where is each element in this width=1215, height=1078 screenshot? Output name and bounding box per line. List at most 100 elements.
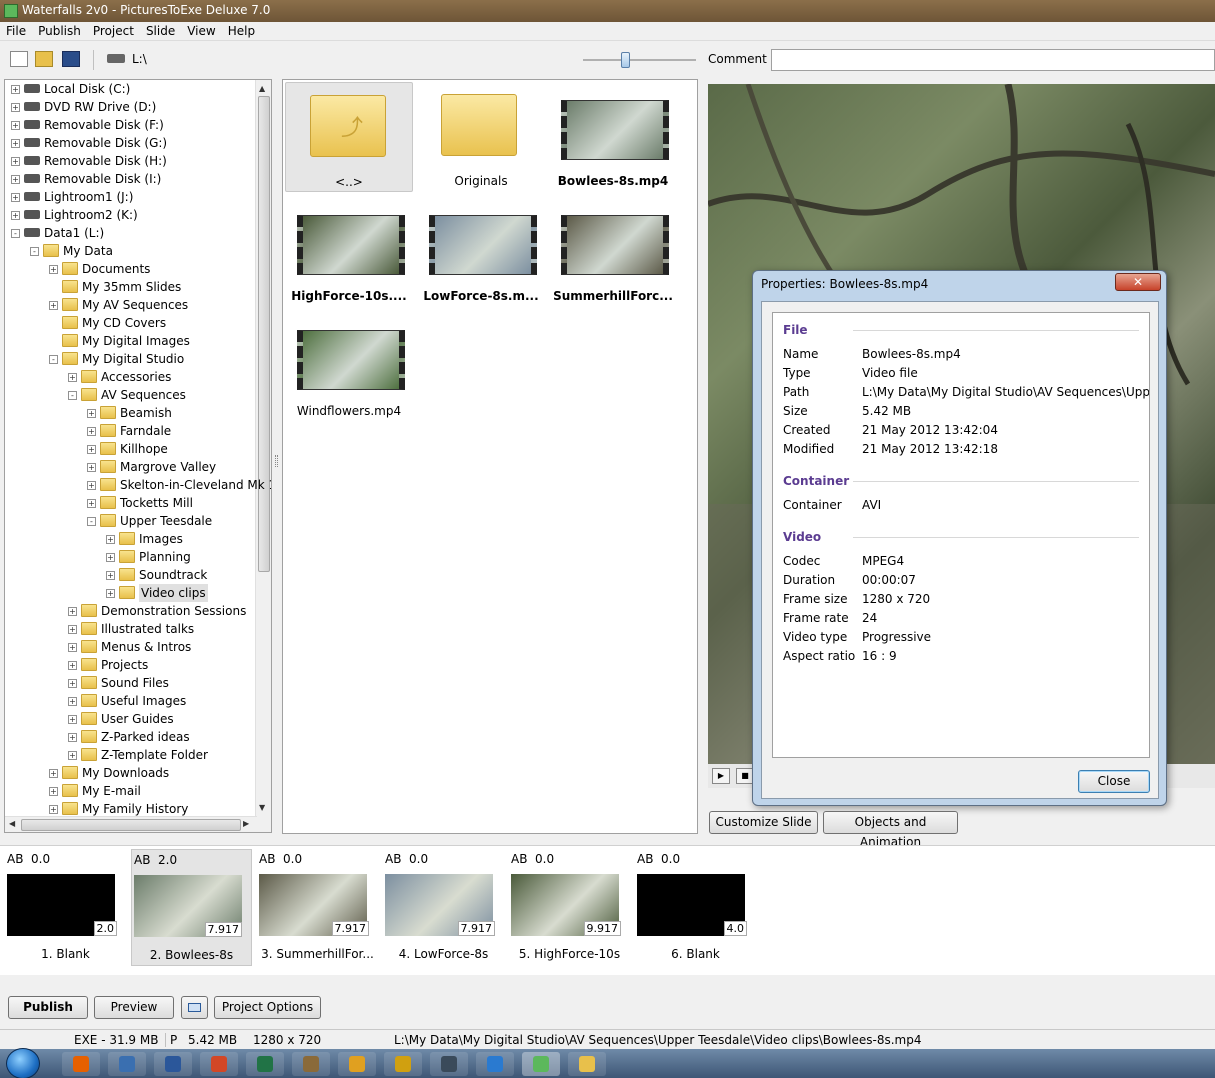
expand-icon[interactable]: + (68, 679, 77, 688)
folder-tree[interactable]: ▲ ▼ ◀ ▶ + Local Disk (C:) + DVD RW Drive (D… (4, 79, 272, 833)
app-taskbar-button[interactable] (292, 1052, 330, 1076)
file-item[interactable]: ⤴ <..> (285, 82, 413, 192)
expand-icon[interactable]: + (68, 715, 77, 724)
collapse-icon[interactable]: - (49, 355, 58, 364)
expand-icon[interactable]: + (11, 211, 20, 220)
collapse-icon[interactable]: - (87, 517, 96, 526)
expand-icon[interactable]: + (87, 499, 96, 508)
save-icon[interactable] (62, 51, 80, 67)
expand-icon[interactable]: + (68, 625, 77, 634)
play-icon[interactable]: ▶ (712, 768, 730, 784)
expand-icon[interactable]: + (11, 85, 20, 94)
close-button[interactable]: Close (1078, 770, 1150, 793)
firefox-taskbar-button[interactable] (62, 1052, 100, 1076)
comment-input[interactable] (771, 49, 1215, 71)
slide-item[interactable]: AB 0.0 9.917 5. HighForce-10s (509, 849, 630, 966)
expand-icon[interactable]: + (106, 535, 115, 544)
close-icon[interactable]: ✕ (1115, 273, 1161, 291)
file-item[interactable]: HighForce-10s.... (285, 197, 413, 307)
security-taskbar-button[interactable] (384, 1052, 422, 1076)
expand-icon[interactable]: + (11, 121, 20, 130)
menu-file[interactable]: File (0, 22, 32, 40)
file-item[interactable]: Originals (417, 82, 545, 192)
menu-publish[interactable]: Publish (32, 22, 87, 40)
objects-animation-button[interactable]: Objects and Animation (823, 811, 958, 849)
file-item[interactable]: Bowlees-8s.mp4 (549, 82, 677, 192)
start-button-icon[interactable] (6, 1048, 40, 1078)
scroll-left-arrow-icon[interactable]: ◀ (9, 819, 15, 828)
photoshop-elements-taskbar-button[interactable] (476, 1052, 514, 1076)
transition-ab-label[interactable]: AB (511, 852, 527, 866)
project-options-button[interactable]: Project Options (214, 996, 321, 1019)
slide-list[interactable]: AB 0.0 2.0 1. Blank AB 2.0 7.917 2. Bowlees-8s A… (0, 845, 1215, 975)
slide-item[interactable]: AB 2.0 7.917 2. Bowlees-8s (131, 849, 252, 966)
expand-icon[interactable]: + (49, 805, 58, 814)
file-item[interactable]: LowForce-8s.m... (417, 197, 545, 307)
expand-icon[interactable]: + (49, 787, 58, 796)
expand-icon[interactable]: + (68, 661, 77, 670)
splitter-grip[interactable] (275, 455, 278, 467)
publish-button[interactable]: Publish (8, 996, 88, 1019)
powerpoint-taskbar-button[interactable] (200, 1052, 238, 1076)
expand-icon[interactable]: + (87, 427, 96, 436)
expand-icon[interactable]: + (68, 373, 77, 382)
media-taskbar-button[interactable] (338, 1052, 376, 1076)
excel-taskbar-button[interactable] (246, 1052, 284, 1076)
menu-help[interactable]: Help (222, 22, 261, 40)
preview-button[interactable]: Preview (94, 996, 174, 1019)
expand-icon[interactable]: + (106, 571, 115, 580)
open-folder-icon[interactable] (35, 51, 53, 67)
expand-icon[interactable]: + (11, 193, 20, 202)
expand-icon[interactable]: + (106, 589, 115, 598)
collapse-icon[interactable]: - (68, 391, 77, 400)
transition-ab-label[interactable]: AB (259, 852, 275, 866)
menu-view[interactable]: View (181, 22, 221, 40)
slide-item[interactable]: AB 0.0 2.0 1. Blank (5, 849, 126, 966)
scroll-up-arrow-icon[interactable]: ▲ (259, 84, 265, 93)
menu-project[interactable]: Project (87, 22, 140, 40)
collapse-icon[interactable]: - (11, 229, 20, 238)
expand-icon[interactable]: + (106, 553, 115, 562)
tree-hscroll-thumb[interactable] (21, 819, 241, 831)
word-taskbar-button[interactable] (154, 1052, 192, 1076)
explorer-taskbar-button[interactable] (568, 1052, 606, 1076)
picturestoexe-taskbar-button[interactable] (522, 1052, 560, 1076)
lightroom-taskbar-button[interactable] (430, 1052, 468, 1076)
file-browser-panel[interactable]: ⤴ <..> Originals Bowlees-8s.mp4 HighForce-10… (282, 79, 698, 834)
expand-icon[interactable]: + (49, 265, 58, 274)
transition-ab-label[interactable]: AB (7, 852, 23, 866)
new-file-icon[interactable] (10, 51, 28, 67)
expand-icon[interactable]: + (68, 643, 77, 652)
scroll-right-arrow-icon[interactable]: ▶ (243, 819, 249, 828)
transition-ab-label[interactable]: AB (134, 853, 150, 867)
menu-slide[interactable]: Slide (140, 22, 181, 40)
zoom-slider-track[interactable] (583, 59, 696, 61)
expand-icon[interactable]: + (87, 481, 96, 490)
expand-icon[interactable]: + (11, 175, 20, 184)
expand-icon[interactable]: + (87, 463, 96, 472)
expand-icon[interactable]: + (49, 301, 58, 310)
thunderbird-taskbar-button[interactable] (108, 1052, 146, 1076)
customize-slide-button[interactable]: Customize Slide (709, 811, 818, 834)
expand-icon[interactable]: + (49, 769, 58, 778)
slide-item[interactable]: AB 0.0 4.0 6. Blank (635, 849, 756, 966)
fullscreen-preview-button[interactable] (181, 996, 208, 1019)
expand-icon[interactable]: + (87, 445, 96, 454)
expand-icon[interactable]: + (68, 733, 77, 742)
tree-horizontal-scrollbar[interactable]: ◀ ▶ (5, 816, 257, 832)
tree-vertical-scrollbar[interactable]: ▲ ▼ (255, 80, 271, 832)
zoom-slider-thumb[interactable] (621, 52, 630, 68)
file-item[interactable]: Windflowers.mp4 (285, 312, 413, 422)
collapse-icon[interactable]: - (30, 247, 39, 256)
transition-ab-label[interactable]: AB (385, 852, 401, 866)
expand-icon[interactable]: + (11, 139, 20, 148)
tree-scroll-thumb[interactable] (258, 96, 270, 572)
transition-ab-label[interactable]: AB (637, 852, 653, 866)
expand-icon[interactable]: + (68, 697, 77, 706)
slide-item[interactable]: AB 0.0 7.917 4. LowForce-8s (383, 849, 504, 966)
expand-icon[interactable]: + (68, 607, 77, 616)
slide-item[interactable]: AB 0.0 7.917 3. SummerhillFor... (257, 849, 378, 966)
expand-icon[interactable]: + (68, 751, 77, 760)
scroll-down-arrow-icon[interactable]: ▼ (259, 803, 265, 812)
file-item[interactable]: SummerhillForc... (549, 197, 677, 307)
